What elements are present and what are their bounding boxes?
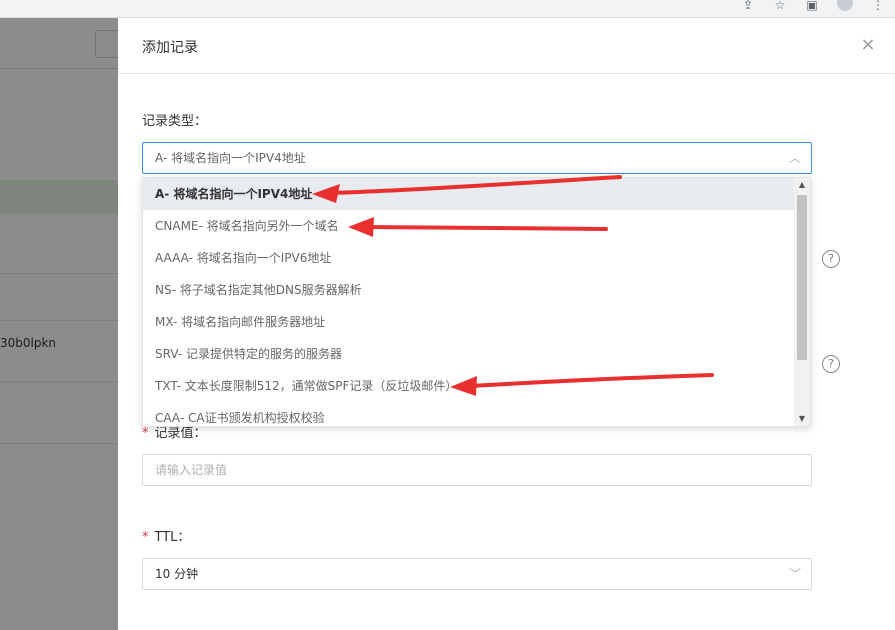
record-type-option[interactable]: MX- 将域名指向邮件服务器地址 bbox=[143, 306, 796, 338]
record-type-option[interactable]: NS- 将子域名指定其他DNS服务器解析 bbox=[143, 274, 796, 306]
record-type-option[interactable]: A- 将域名指向一个IPV4地址 bbox=[143, 178, 796, 210]
chevron-down-icon: ﹀ bbox=[788, 567, 801, 581]
close-icon: × bbox=[860, 34, 876, 55]
more-icon[interactable]: ⋮ bbox=[871, 0, 885, 12]
record-type-option[interactable]: CAA- CA证书颁发机构授权校验 bbox=[143, 402, 796, 426]
record-type-option[interactable]: TXT- 文本长度限制512，通常做SPF记录（反垃圾邮件） bbox=[143, 370, 796, 402]
browser-toolbar: ⇪ ☆ ▣ ⋮ bbox=[0, 0, 895, 18]
ttl-select[interactable]: 10 分钟 ﹀ bbox=[142, 558, 812, 590]
dropdown-scrollbar[interactable]: ▲ ▼ bbox=[794, 178, 810, 426]
share-icon[interactable]: ⇪ bbox=[741, 0, 755, 12]
profile-icon[interactable] bbox=[837, 0, 853, 11]
help-icon[interactable]: ? bbox=[822, 250, 840, 268]
ttl-label-text: TTL： bbox=[154, 530, 191, 545]
chevron-up-icon: ︿ bbox=[788, 151, 801, 165]
scroll-down-icon[interactable]: ▼ bbox=[794, 412, 810, 426]
record-type-value: A- 将域名指向一个IPV4地址 bbox=[155, 151, 306, 165]
sidebar-icon[interactable]: ▣ bbox=[805, 0, 819, 12]
record-type-select[interactable]: A- 将域名指向一个IPV4地址 ︿ bbox=[142, 142, 812, 174]
record-type-option[interactable]: AAAA- 将域名指向一个IPV6地址 bbox=[143, 242, 796, 274]
ttl-value: 10 分钟 bbox=[155, 567, 199, 581]
record-type-dropdown: A- 将域名指向一个IPV4地址 CNAME- 将域名指向另外一个域名 AAAA… bbox=[142, 177, 811, 427]
scrollbar-thumb[interactable] bbox=[797, 195, 807, 360]
star-icon[interactable]: ☆ bbox=[773, 0, 787, 12]
scroll-up-icon[interactable]: ▲ bbox=[794, 178, 810, 192]
required-mark: * bbox=[142, 426, 149, 441]
record-type-option[interactable]: CNAME- 将域名指向另外一个域名 bbox=[143, 210, 796, 242]
ttl-label: * TTL： bbox=[142, 526, 190, 545]
drawer-header: 添加记录 × bbox=[118, 18, 895, 74]
drawer-title: 添加记录 bbox=[142, 40, 198, 56]
required-mark: * bbox=[142, 530, 149, 545]
help-icon[interactable]: ? bbox=[822, 355, 840, 373]
browser-icons: ⇪ ☆ ▣ ⋮ bbox=[741, 0, 885, 14]
record-type-label: 记录类型： bbox=[142, 114, 208, 129]
record-type-option[interactable]: SRV- 记录提供特定的服务的服务器 bbox=[143, 338, 796, 370]
record-value-input[interactable] bbox=[142, 454, 812, 486]
close-button[interactable]: × bbox=[857, 34, 879, 56]
record-value-label-text: 记录值： bbox=[154, 426, 207, 441]
